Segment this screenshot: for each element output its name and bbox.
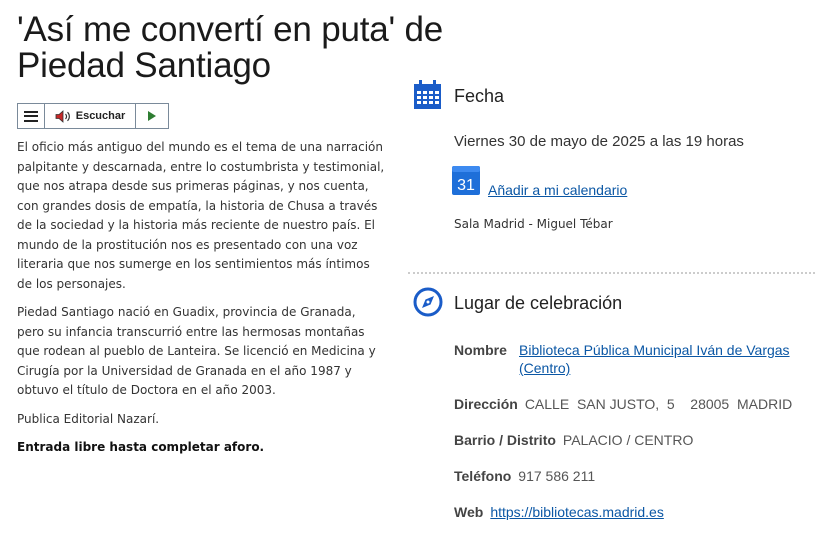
google-calendar-icon[interactable]: 31 (452, 166, 480, 195)
venue-phone-row: Teléfono 917 586 211 (454, 467, 595, 485)
venue-name-label: Nombre (454, 342, 507, 358)
venue-address-value: CALLE SAN JUSTO, 5 28005 MADRID (524, 396, 793, 412)
venue-address-row: Dirección CALLE SAN JUSTO, 5 28005 MADRID (454, 395, 792, 413)
venue-address-label: Dirección (454, 396, 518, 412)
calendar-badge: 31 (457, 177, 475, 194)
venue-district-value: PALACIO / CENTRO (562, 432, 694, 448)
venue-name-link[interactable]: Biblioteca Pública Municipal Iván de Var… (519, 341, 790, 377)
description-paragraph: Piedad Santiago nació en Guadix, provinc… (17, 305, 376, 397)
add-to-calendar-link[interactable]: Añadir a mi calendario (488, 182, 627, 198)
venue-web-row: Web https://bibliotecas.madrid.es (454, 503, 664, 521)
description-paragraph: El oficio más antiguo del mundo es el te… (17, 140, 385, 291)
event-description: El oficio más antiguo del mundo es el te… (17, 138, 385, 467)
entry-note-text: Entrada libre hasta completar aforo. (17, 440, 265, 454)
play-icon (148, 111, 156, 121)
venue-district-row: Barrio / Distrito PALACIO / CENTRO (454, 431, 693, 449)
event-room: Sala Madrid - Miguel Tébar (454, 217, 613, 231)
venue-name-row: Nombre Biblioteca Pública Municipal Iván… (454, 341, 790, 376)
venue-web-link[interactable]: https://bibliotecas.madrid.es (490, 504, 664, 520)
entry-note: Entrada libre hasta completar aforo. (17, 438, 385, 458)
venue-district-label: Barrio / Distrito (454, 432, 556, 448)
venue-name-line1: Biblioteca Pública Municipal Iván de Var… (519, 342, 790, 358)
listen-button[interactable]: Escuchar (45, 104, 136, 128)
section-divider (408, 272, 815, 274)
event-date: Viernes 30 de mayo de 2025 a las 19 hora… (454, 133, 744, 150)
hamburger-menu-icon (24, 110, 38, 122)
venue-section-heading: Lugar de celebración (454, 293, 623, 313)
venue-phone-label: Teléfono (454, 468, 512, 484)
venue-web-label: Web (454, 504, 484, 520)
listen-label: Escuchar (75, 110, 126, 122)
date-section-heading: Fecha (454, 86, 505, 106)
audio-player: Escuchar (17, 103, 169, 129)
description-paragraph: Publica Editorial Nazarí. (17, 411, 160, 426)
speaker-icon (55, 109, 70, 123)
page-title: 'Así me convertí en puta' de Piedad Sant… (17, 10, 444, 85)
calendar-icon (414, 80, 441, 109)
venue-name-line2: (Centro) (519, 360, 571, 376)
venue-phone-value: 917 586 211 (518, 468, 596, 484)
player-menu-button[interactable] (18, 104, 45, 128)
play-button[interactable] (136, 104, 168, 128)
compass-icon (413, 287, 443, 317)
